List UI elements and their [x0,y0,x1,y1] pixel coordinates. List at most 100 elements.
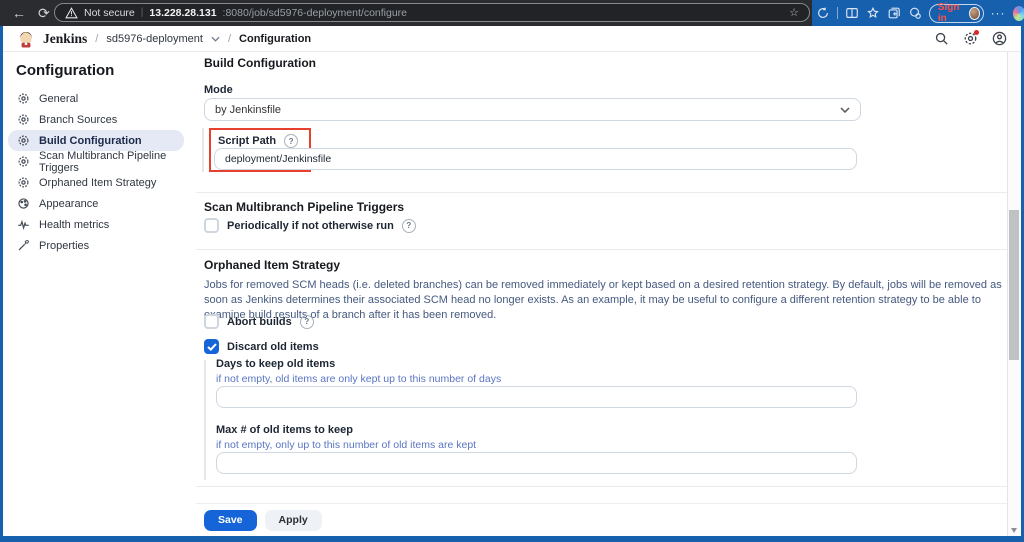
scrollbar-down-arrow[interactable] [1011,528,1017,533]
url-path: :8080/job/sd5976-deployment/configure [223,7,407,19]
sidebar-item-branch-sources[interactable]: Branch Sources [8,109,184,130]
days-to-keep-label: Days to keep old items [216,358,335,370]
periodically-checkbox[interactable] [204,218,219,233]
discard-old-items-checkbox[interactable] [204,339,219,354]
sidebar-item-label: Properties [39,240,89,252]
days-to-keep-help: if not empty, old items are only kept up… [216,373,501,385]
mode-select[interactable]: by Jenkinsfile [204,98,861,121]
jenkins-header: Jenkins / sd5976-deployment / Configurat… [3,26,1021,52]
save-button[interactable]: Save [204,510,257,531]
help-icon[interactable]: ? [402,219,416,233]
gear-icon [17,176,30,189]
split-screen-icon[interactable] [845,5,859,21]
sidebar-item-label: General [39,93,78,105]
window-frame-bottom [0,536,1024,542]
mode-select-value: by Jenkinsfile [215,104,281,116]
search-icon[interactable] [933,31,949,47]
script-path-input[interactable] [214,148,857,170]
url-divider: | [141,7,144,18]
sync-icon[interactable] [816,5,830,21]
apply-button[interactable]: Apply [265,510,322,531]
copilot-icon[interactable] [1013,6,1024,21]
profile-avatar [969,7,980,20]
back-icon[interactable]: ← [12,0,26,26]
chevron-down-icon [840,107,850,113]
main-content: Build Configuration Mode by Jenkinsfile … [196,52,1007,536]
url-bar[interactable]: Not secure | 13.228.28.131 :8080/job/sd5… [54,3,810,22]
browser-actions: Sign in ··· [812,0,1024,26]
screwdriver-icon [17,239,30,252]
sidebar-item-label: Health metrics [39,219,109,231]
breadcrumb-separator: / [228,33,231,45]
max-items-help: if not empty, only up to this number of … [216,439,476,451]
sidebar-item-orphaned-item-strategy[interactable]: Orphaned Item Strategy [8,172,184,193]
gear-icon [17,155,30,168]
section-divider [196,192,1007,193]
sidebar-title: Configuration [16,62,114,79]
scan-triggers-heading: Scan Multibranch Pipeline Triggers [204,200,404,214]
sidebar-item-label: Orphaned Item Strategy [39,177,156,189]
nested-block-indent [204,360,206,480]
script-path-label: Script Path [218,135,276,147]
admin-gear-icon[interactable] [962,31,978,47]
pulse-icon [17,218,30,231]
reload-icon[interactable]: ⟳ [38,0,50,26]
breadcrumb-job[interactable]: sd5976-deployment [106,33,203,45]
sign-in-label: Sign in [938,2,965,24]
sidebar-item-build-configuration[interactable]: Build Configuration [8,130,184,151]
sidebar-item-label: Appearance [39,198,98,210]
scrollbar-thumb[interactable] [1009,210,1019,360]
nested-block-indent [202,128,204,172]
discard-old-items-label: Discard old items [227,341,319,353]
mode-label: Mode [204,84,233,96]
extensions-icon[interactable] [908,5,922,21]
warning-icon [65,7,78,19]
toolbar-separator [837,7,838,19]
sidebar-item-label: Scan Multibranch Pipeline Triggers [39,150,184,174]
sign-in-button[interactable]: Sign in [929,4,984,23]
sidebar-item-label: Build Configuration [39,135,142,147]
security-label: Not secure [84,7,135,19]
script-path-label-row: Script Path ? [218,134,298,148]
gear-icon [17,113,30,126]
sidebar-item-scan-triggers[interactable]: Scan Multibranch Pipeline Triggers [8,151,184,172]
breadcrumb-page: Configuration [239,33,311,45]
configuration-sidebar: Configuration General Branch Sources Bui… [3,52,196,536]
collections-icon[interactable] [887,5,901,21]
periodically-label: Periodically if not otherwise run [227,220,394,232]
periodically-row: Periodically if not otherwise run ? [204,218,416,233]
url-host: 13.228.28.131 [149,7,216,19]
jenkins-logo-icon[interactable] [17,30,35,48]
notification-dot [974,30,979,35]
abort-builds-checkbox[interactable] [204,314,219,329]
chevron-down-icon[interactable] [211,36,220,42]
more-menu-icon[interactable]: ··· [991,6,1006,20]
sidebar-item-appearance[interactable]: Appearance [8,193,184,214]
build-configuration-heading: Build Configuration [204,56,316,70]
app-window: ← ⟳ Not secure | 13.228.28.131 :8080/job… [0,0,1024,542]
abort-builds-row: Abort builds ? [204,314,314,329]
discard-old-items-row: Discard old items [204,339,319,354]
sidebar-list: General Branch Sources Build Configurati… [8,88,184,256]
user-icon[interactable] [991,31,1007,47]
section-divider [196,486,1007,487]
gear-icon [17,134,30,147]
section-divider [196,249,1007,250]
favorites-icon[interactable] [866,5,880,21]
sidebar-item-properties[interactable]: Properties [8,235,184,256]
gear-icon [17,92,30,105]
sidebar-item-health-metrics[interactable]: Health metrics [8,214,184,235]
days-to-keep-input[interactable] [216,386,857,408]
bookmark-icon[interactable]: ☆ [789,6,799,19]
jenkins-brand[interactable]: Jenkins [43,31,87,47]
help-icon[interactable]: ? [284,134,298,148]
check-icon [207,343,217,351]
sidebar-item-general[interactable]: General [8,88,184,109]
palette-icon [17,197,30,210]
orphaned-strategy-heading: Orphaned Item Strategy [204,258,340,272]
form-footer: Save Apply [196,504,1007,536]
help-icon[interactable]: ? [300,315,314,329]
max-items-input[interactable] [216,452,857,474]
breadcrumb-separator: / [95,33,98,45]
max-items-label: Max # of old items to keep [216,424,353,436]
